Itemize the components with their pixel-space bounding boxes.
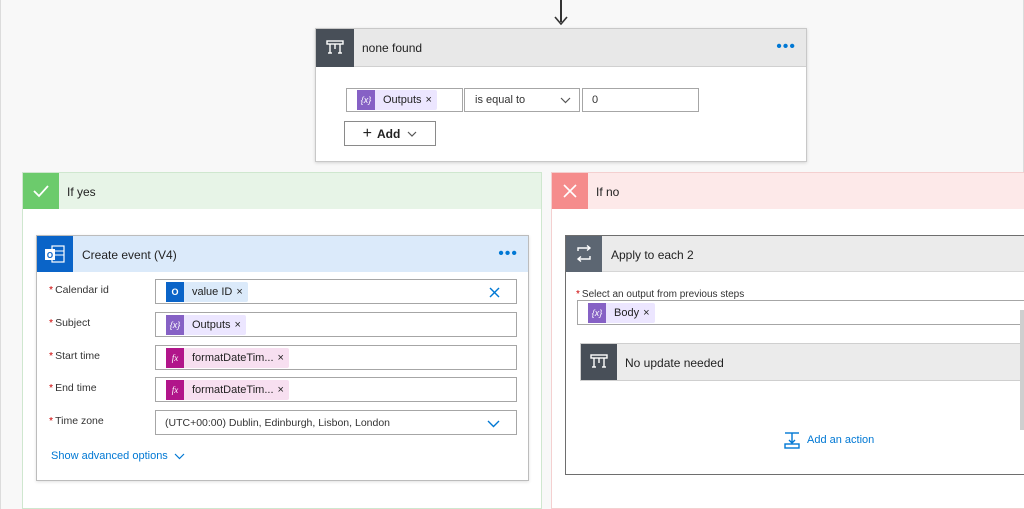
create-event-card[interactable]: O Create event (V4) ••• * Calendar id O v… xyxy=(36,235,529,481)
apply-to-each-header[interactable]: Apply to each 2 xyxy=(566,236,1024,272)
add-button[interactable]: + Add xyxy=(344,121,436,146)
remove-token-icon[interactable]: × xyxy=(643,307,654,319)
add-action-icon xyxy=(784,432,800,449)
close-icon xyxy=(552,173,588,209)
start-time-field[interactable]: fx formatDateTim... × xyxy=(155,345,517,370)
create-event-title: Create event (V4) xyxy=(82,248,177,262)
condition-icon xyxy=(581,344,617,380)
token-label: Outputs xyxy=(383,94,422,106)
branch-no-header[interactable]: If no xyxy=(552,173,1024,209)
chevron-down-icon xyxy=(487,420,500,428)
clear-icon[interactable] xyxy=(489,287,500,298)
remove-token-icon[interactable]: × xyxy=(235,319,246,331)
select-output-field[interactable]: {x} Body × xyxy=(577,300,1024,325)
time-zone-value: (UTC+00:00) Dublin, Edinburgh, Lisbon, L… xyxy=(165,417,391,429)
function-icon: fx xyxy=(166,348,184,368)
connector-arrow-icon xyxy=(554,16,568,26)
condition-title: none found xyxy=(362,41,423,55)
condition-right-operand[interactable]: 0 xyxy=(582,88,699,112)
token-label: value ID xyxy=(192,286,233,298)
branch-no-title: If no xyxy=(596,185,620,199)
variable-icon: {x} xyxy=(166,315,184,335)
add-action-label: Add an action xyxy=(807,434,875,446)
subject-field[interactable]: {x} Outputs × xyxy=(155,312,517,337)
ellipsis-icon[interactable]: ••• xyxy=(498,245,518,263)
select-output-label: * Select an output from previous steps xyxy=(576,289,745,300)
checkmark-icon xyxy=(23,173,59,209)
condition-header[interactable]: none found ••• xyxy=(316,29,806,67)
svg-text:O: O xyxy=(47,251,53,260)
add-label: Add xyxy=(377,126,401,141)
time-zone-label: * Time zone xyxy=(49,415,104,427)
token-label: Body xyxy=(614,307,640,319)
condition-icon xyxy=(316,29,354,67)
show-advanced-options-link[interactable]: Show advanced options xyxy=(51,450,185,462)
function-icon: fx xyxy=(166,380,184,400)
time-zone-select[interactable]: (UTC+00:00) Dublin, Edinburgh, Lisbon, L… xyxy=(155,410,517,435)
token-label: formatDateTim... xyxy=(192,352,274,364)
operator-select[interactable]: is equal to xyxy=(464,88,580,112)
end-time-field[interactable]: fx formatDateTim... × xyxy=(155,377,517,402)
branch-yes-title: If yes xyxy=(67,185,96,199)
vertical-scrollbar[interactable] xyxy=(1020,310,1024,430)
token-label: Outputs xyxy=(192,319,231,331)
outlook-icon: O xyxy=(166,282,184,302)
expression-token[interactable]: fx formatDateTim... × xyxy=(166,348,289,368)
body-token[interactable]: {x} Body × xyxy=(588,303,655,323)
subject-label: * Subject xyxy=(49,317,91,329)
plus-icon: + xyxy=(362,124,372,142)
outputs-token[interactable]: {x} Outputs × xyxy=(166,315,246,335)
calendar-id-label: * Calendar id xyxy=(49,284,109,296)
end-time-label: * End time xyxy=(49,382,97,394)
show-advanced-label: Show advanced options xyxy=(51,450,168,462)
outlook-icon: O xyxy=(37,236,73,272)
right-value: 0 xyxy=(592,94,599,106)
add-action-button[interactable]: Add an action xyxy=(783,431,874,449)
start-time-label: * Start time xyxy=(49,350,101,362)
ellipsis-icon[interactable]: ••• xyxy=(776,38,796,56)
expression-token[interactable]: fx formatDateTim... × xyxy=(166,380,289,400)
chevron-down-icon xyxy=(407,131,417,137)
token-label: formatDateTim... xyxy=(192,384,274,396)
no-update-title: No update needed xyxy=(625,356,724,370)
remove-token-icon[interactable]: × xyxy=(278,352,289,364)
loop-icon xyxy=(566,236,602,272)
canvas-border-left xyxy=(0,0,1,509)
no-update-needed-card[interactable]: No update needed xyxy=(580,343,1024,381)
operator-value: is equal to xyxy=(475,94,526,106)
variable-icon: {x} xyxy=(588,303,606,323)
chevron-down-icon xyxy=(174,453,185,459)
variable-icon: {x} xyxy=(357,90,375,110)
condition-left-operand[interactable]: {x} Outputs × xyxy=(346,88,463,112)
branch-yes-header[interactable]: If yes xyxy=(23,173,541,209)
remove-token-icon[interactable]: × xyxy=(236,286,247,298)
value-id-token[interactable]: O value ID × xyxy=(166,282,248,302)
calendar-id-field[interactable]: O value ID × xyxy=(155,279,517,304)
create-event-header[interactable]: O Create event (V4) ••• xyxy=(37,236,528,272)
remove-token-icon[interactable]: × xyxy=(426,94,437,106)
apply-to-each-title: Apply to each 2 xyxy=(611,248,694,262)
remove-token-icon[interactable]: × xyxy=(278,384,289,396)
outputs-token[interactable]: {x} Outputs × xyxy=(357,90,437,110)
chevron-down-icon xyxy=(560,97,571,104)
